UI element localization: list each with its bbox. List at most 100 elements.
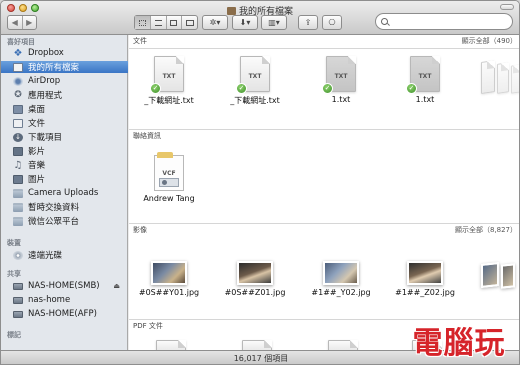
image-thumbnail [237, 261, 273, 285]
titlebar: 我的所有檔案 ◀ ▶ ✲ ▾ ⬇ ▾ ▥ ▾ ⇪ ⎔ [1, 1, 519, 35]
favorites-header: 喜好項目 [7, 38, 35, 46]
section-divider [129, 129, 519, 130]
devices-header: 裝置 [7, 239, 21, 247]
image-item[interactable]: #0S##Z01.jpg [215, 261, 295, 297]
share-button[interactable]: ⇪ [298, 15, 318, 30]
sidebar-item-label: NAS-HOME(AFP) [28, 309, 97, 319]
file-preview-overflow [481, 60, 495, 94]
tag-icon: ⎔ [328, 18, 336, 27]
pdf-file-icon[interactable] [242, 340, 272, 350]
sidebar-item-downloads[interactable]: ↓ 下載項目 [1, 131, 128, 143]
toolbar-toggle-button[interactable] [500, 4, 514, 10]
sidebar-item-label: Dropbox [28, 48, 64, 58]
file-item[interactable]: TXT ✓ 1.txt [301, 56, 381, 104]
action-menu-button[interactable]: ✲ ▾ [202, 15, 228, 30]
text-file-icon: TXT ✓ [150, 56, 184, 94]
desktop-icon [13, 104, 23, 114]
synced-check-icon: ✓ [236, 83, 247, 94]
sidebar-item-temp-exchange[interactable]: 暫時交換資料 [1, 201, 128, 213]
file-item[interactable]: TXT ✓ _下載網址.txt [215, 56, 295, 106]
dropbox-menu-button[interactable]: ⬇ ▾ [232, 15, 258, 30]
sidebar-item-movies[interactable]: 影片 [1, 145, 128, 157]
search-field[interactable] [375, 13, 513, 30]
sidebar-item-label: NAS-HOME(SMB) [28, 281, 100, 291]
image-thumbnail [323, 261, 359, 285]
share-icon: ⇪ [304, 18, 312, 27]
file-ext-label: TXT [162, 73, 176, 80]
column-view-button[interactable] [165, 16, 182, 29]
vcard-icon: VCF [154, 152, 184, 191]
server-icon [13, 282, 23, 290]
sidebar: 喜好項目 ❖ Dropbox 我的所有檔案 AirDrop ✪ 應用程式 桌面 … [1, 35, 128, 350]
sidebar-item-camera-uploads[interactable]: Camera Uploads [1, 187, 128, 199]
sidebar-item-pictures[interactable]: 圖片 [1, 173, 128, 185]
synced-check-icon: ✓ [406, 83, 417, 94]
sidebar-item-label: 暫時交換資料 [28, 203, 80, 213]
section-divider [129, 48, 519, 49]
remote-disc-icon [13, 250, 23, 260]
shared-header: 共享 [7, 270, 21, 278]
cover-flow-view-button[interactable] [181, 16, 197, 29]
sidebar-item-label: 影片 [28, 147, 46, 157]
text-file-icon: TXT ✓ [406, 56, 440, 94]
file-item[interactable]: TXT ✓ 1.txt [385, 56, 465, 104]
file-ext-label: VCF [162, 170, 176, 177]
file-name: 1.txt [331, 95, 351, 104]
airdrop-icon [13, 76, 23, 86]
sidebar-item-nas-smb[interactable]: NAS-HOME(SMB) ⏏ [1, 280, 128, 292]
chevron-left-icon[interactable]: ◀ [8, 16, 22, 29]
sidebar-item-airdrop[interactable]: AirDrop [1, 75, 128, 87]
arrange-menu-button[interactable]: ▥ ▾ [261, 15, 287, 30]
file-name: 1.txt [415, 95, 435, 104]
sidebar-item-nas-afp[interactable]: NAS-HOME(AFP) [1, 308, 128, 320]
eject-icon[interactable]: ⏏ [113, 282, 120, 290]
pdf-file-icon[interactable] [156, 340, 186, 350]
list-view-button[interactable] [149, 16, 166, 29]
back-forward-control: ◀ ▶ [7, 15, 37, 30]
sidebar-item-wechat[interactable]: 微信公眾平台 [1, 215, 128, 227]
sidebar-item-label: nas-home [28, 295, 71, 305]
sidebar-item-nas-home[interactable]: nas-home [1, 294, 128, 306]
text-file-icon: TXT ✓ [322, 56, 356, 94]
sidebar-item-label: 文件 [28, 119, 46, 129]
finder-window: 我的所有檔案 ◀ ▶ ✲ ▾ ⬇ ▾ ▥ ▾ ⇪ ⎔ 喜好項目 ❖ Dropbo… [0, 0, 520, 365]
sidebar-item-documents[interactable]: 文件 [1, 117, 128, 129]
section-header-documents: 文件 顯示全部（490） [129, 36, 519, 47]
sidebar-item-label: AirDrop [28, 76, 61, 86]
chevron-right-icon[interactable]: ▶ [21, 16, 37, 29]
dropbox-icon: ❖ [13, 47, 23, 59]
sidebar-item-desktop[interactable]: 桌面 [1, 103, 128, 115]
all-files-icon [226, 7, 236, 15]
downloads-icon: ↓ [13, 132, 23, 142]
image-name: #1##_Y02.jpg [311, 288, 371, 297]
sidebar-item-remote-disc[interactable]: 遠端光碟 [1, 249, 128, 261]
synced-check-icon: ✓ [322, 83, 333, 94]
file-item[interactable]: TXT ✓ _下載網址.txt [129, 56, 209, 106]
show-all-link[interactable]: 顯示全部（490） [462, 36, 517, 47]
documents-icon [13, 118, 23, 128]
tags-button[interactable]: ⎔ [322, 15, 342, 30]
image-name: #0S##Z01.jpg [224, 288, 286, 297]
section-divider [129, 223, 519, 224]
image-item[interactable]: #0S##Y01.jpg [129, 261, 209, 297]
sidebar-item-label: 下載項目 [28, 133, 63, 143]
section-title: PDF 文件 [133, 322, 163, 330]
contact-item[interactable]: VCF Andrew Tang [129, 152, 209, 203]
sidebar-item-label: 我的所有檔案 [28, 63, 80, 73]
sidebar-item-applications[interactable]: ✪ 應用程式 [1, 89, 128, 101]
section-title: 聯絡資訊 [133, 132, 161, 140]
all-files-icon [13, 62, 23, 72]
image-item[interactable]: #1##_Z02.jpg [385, 261, 465, 297]
view-mode-control [134, 15, 198, 30]
sidebar-item-label: Camera Uploads [28, 188, 99, 198]
contact-badge-icon [159, 178, 179, 187]
sidebar-item-dropbox[interactable]: ❖ Dropbox [1, 47, 128, 59]
image-item[interactable]: #1##_Y02.jpg [301, 261, 381, 297]
pdf-file-icon[interactable] [328, 340, 358, 350]
folder-icon [13, 202, 23, 212]
sidebar-item-music[interactable]: ♫ 音樂 [1, 159, 128, 171]
icon-view-button[interactable] [135, 16, 150, 29]
show-all-link[interactable]: 顯示全部（8,827） [455, 225, 517, 236]
section-header-images: 影像 顯示全部（8,827） [129, 225, 519, 236]
sidebar-item-all-files[interactable]: 我的所有檔案 [1, 61, 128, 73]
